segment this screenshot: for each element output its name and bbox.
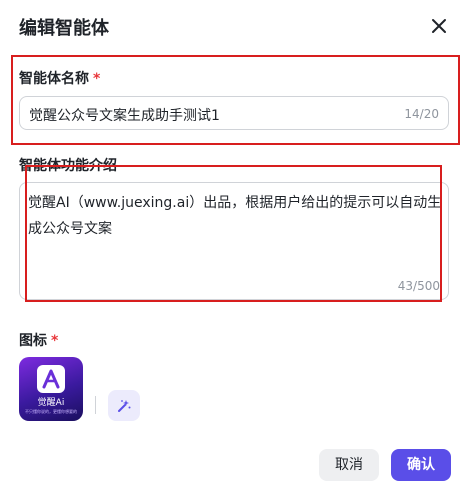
cancel-button[interactable]: 取消 <box>319 449 379 481</box>
icon-field-label: 图标 * <box>19 330 58 350</box>
confirm-button[interactable]: 确认 <box>391 449 451 481</box>
icon-brand-name: 觉醒Ai <box>37 398 65 408</box>
close-icon[interactable] <box>429 16 449 36</box>
name-field-label: 智能体名称 * <box>19 68 100 88</box>
agent-icon-image[interactable]: 觉醒Ai 不只懂你说的，更懂你想要的 <box>19 357 83 421</box>
magic-sparkle-icon <box>118 400 131 412</box>
required-mark: * <box>51 333 59 349</box>
description-char-counter: 43/500 <box>397 279 440 293</box>
icon-label-text: 图标 <box>19 333 47 349</box>
agent-description-value[interactable]: 觉醒AI（www.juexing.ai）出品，根据用户给出的提示可以自动生成公众… <box>28 190 442 242</box>
description-field-label: 智能体功能介绍 <box>19 155 117 175</box>
dialog-title: 编辑智能体 <box>19 18 109 39</box>
agent-name-value[interactable]: 觉醒公众号文案生成助手测试1 <box>29 105 220 125</box>
agent-name-input[interactable]: 觉醒公众号文案生成助手测试1 14/20 <box>19 96 449 130</box>
icon-divider <box>95 396 96 414</box>
name-char-counter: 14/20 <box>404 107 439 121</box>
agent-description-textarea[interactable]: 觉醒AI（www.juexing.ai）出品，根据用户给出的提示可以自动生成公众… <box>19 182 449 300</box>
required-mark: * <box>93 71 101 87</box>
logo-a-icon <box>37 365 65 393</box>
name-label-text: 智能体名称 <box>19 71 89 87</box>
generate-icon-button[interactable] <box>108 390 140 421</box>
icon-brand-slogan: 不只懂你说的，更懂你想要的 <box>25 409 77 414</box>
description-label-text: 智能体功能介绍 <box>19 158 117 174</box>
